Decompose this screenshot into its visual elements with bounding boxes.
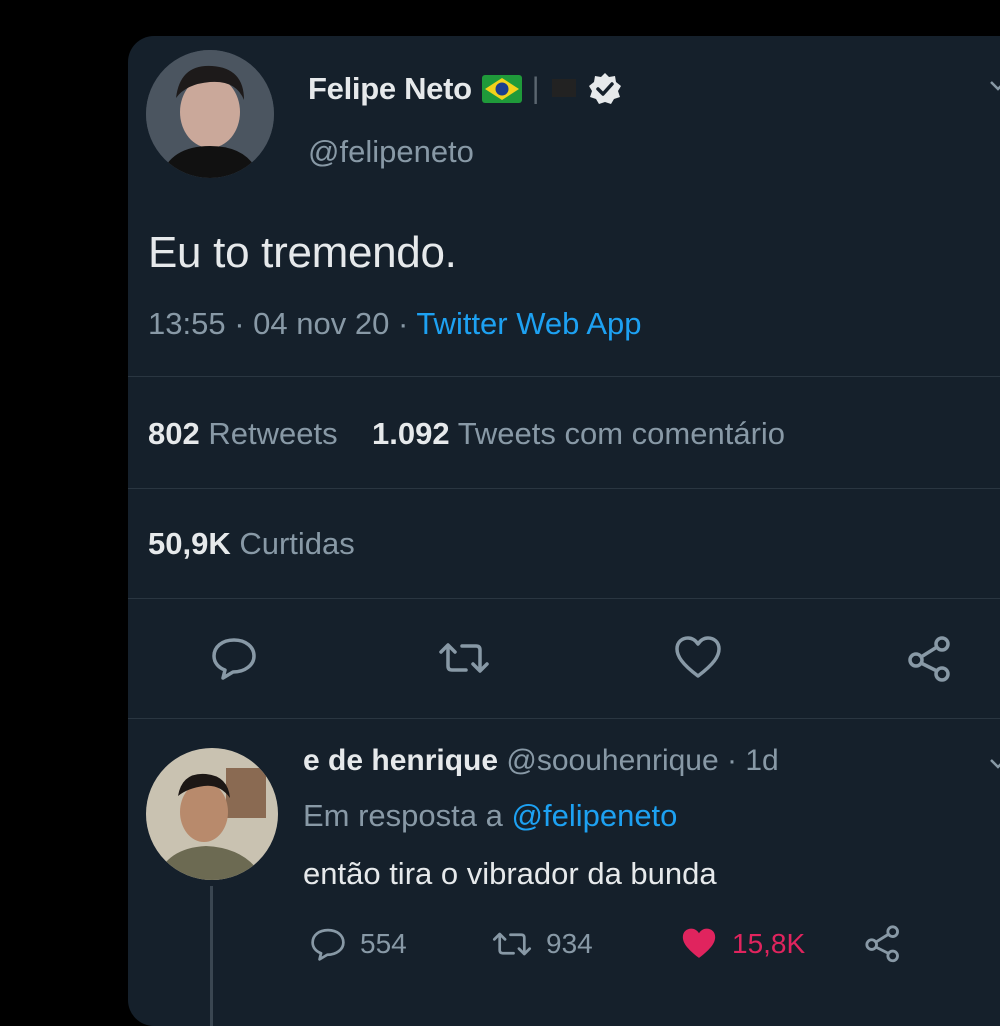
retweet-icon[interactable] — [438, 632, 490, 684]
author-display-name[interactable]: Felipe Neto — [308, 71, 472, 107]
in-reply-prefix: Em resposta a — [303, 798, 503, 833]
chevron-down-icon[interactable] — [988, 754, 1000, 774]
share-icon[interactable] — [862, 922, 904, 964]
tweet-date[interactable]: 04 nov 20 — [253, 306, 389, 341]
retweets-label: Retweets — [208, 416, 338, 451]
reply-age[interactable]: 1d — [745, 744, 778, 777]
author-name-row: Felipe Neto | — [308, 71, 622, 107]
meta-separator: · — [727, 744, 746, 777]
heart-icon[interactable] — [672, 632, 724, 684]
likes-label: Curtidas — [239, 526, 355, 561]
black-flag-icon — [551, 79, 576, 97]
heart-icon — [682, 928, 716, 958]
quotes-stat[interactable]: 1.092 Tweets com comentário — [372, 416, 785, 451]
tweet-meta: 13:55 · 04 nov 20 · Twitter Web App — [148, 306, 641, 342]
reply-icon — [311, 928, 345, 961]
reply-display-name[interactable]: e de henrique — [303, 744, 498, 777]
reply-like-button[interactable]: 15,8K — [678, 924, 805, 964]
reply-handle[interactable]: @soouhenrique — [506, 744, 718, 777]
reply-like-count: 15,8K — [732, 928, 806, 959]
quotes-count: 1.092 — [372, 416, 450, 451]
reply-reply-button[interactable]: 554 — [308, 924, 407, 964]
in-reply-to: Em resposta a @felipeneto — [303, 798, 677, 834]
divider — [128, 488, 1000, 489]
tweet-source-link[interactable]: Twitter Web App — [416, 306, 641, 341]
likes-count: 50,9K — [148, 526, 231, 561]
retweets-count: 802 — [148, 416, 200, 451]
retweets-stat[interactable]: 802 Retweets — [148, 416, 338, 451]
meta-separator: · — [397, 306, 417, 341]
thread-line — [210, 886, 213, 1026]
in-reply-to-link[interactable]: @felipeneto — [512, 798, 678, 833]
divider — [128, 598, 1000, 599]
retweet-stats: 802 Retweets 1.092 Tweets com comentário — [148, 416, 785, 452]
reply-retweet-button[interactable]: 934 — [490, 924, 593, 964]
retweet-icon — [492, 932, 532, 956]
verified-badge-icon — [588, 73, 621, 104]
reply-reply-count: 554 — [360, 928, 407, 959]
likes-stat[interactable]: 50,9K Curtidas — [148, 526, 355, 562]
divider — [128, 718, 1000, 719]
reply-text: então tira o vibrador da bunda — [303, 856, 717, 891]
meta-separator: · — [234, 306, 254, 341]
brazil-flag-icon — [481, 75, 522, 103]
quotes-label: Tweets com comentário — [457, 416, 786, 451]
chevron-down-icon[interactable] — [988, 76, 1000, 96]
reply-retweet-count: 934 — [546, 928, 593, 959]
tweet-card: Felipe Neto | @felipeneto Eu to tremendo… — [128, 36, 1000, 1026]
reply-icon[interactable] — [208, 632, 260, 684]
tweet-time[interactable]: 13:55 — [148, 306, 226, 341]
avatar[interactable] — [146, 748, 278, 880]
share-icon[interactable] — [904, 632, 956, 684]
avatar[interactable] — [146, 50, 274, 178]
reply-name-row: e de henrique @soouhenrique · 1d — [303, 744, 779, 778]
divider — [128, 376, 1000, 377]
separator-bar: | — [531, 72, 540, 105]
tweet-text: Eu to tremendo. — [148, 228, 457, 277]
author-handle[interactable]: @felipeneto — [308, 134, 474, 170]
